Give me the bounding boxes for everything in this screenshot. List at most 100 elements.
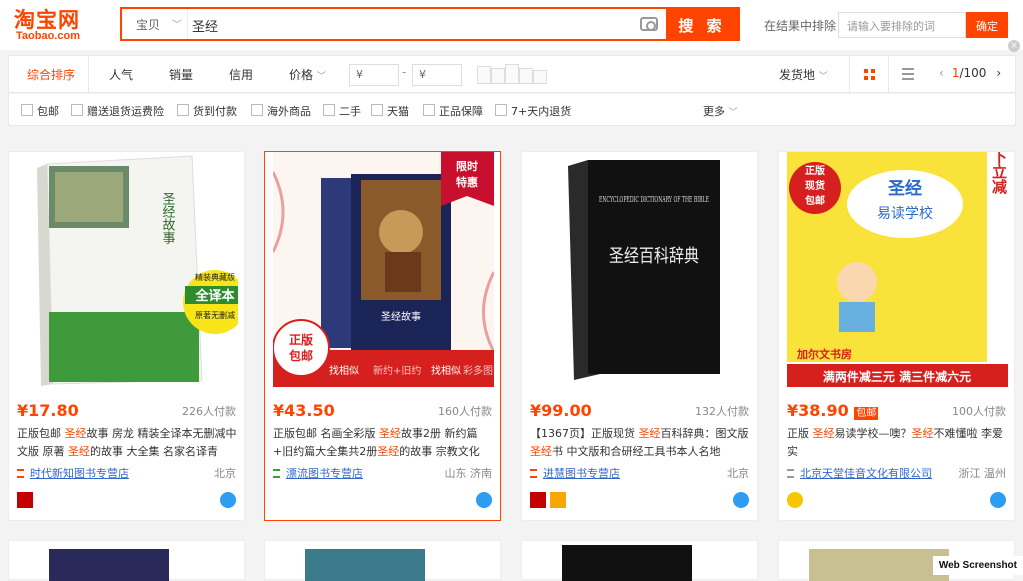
filter-checkbox[interactable]	[177, 104, 189, 116]
filter-checkbox[interactable]	[71, 104, 83, 116]
wangwang-chat-icon[interactable]	[733, 492, 749, 508]
tmall-badge-icon[interactable]	[17, 492, 33, 508]
price-range-segment[interactable]	[505, 64, 519, 84]
search-category-label: 宝贝	[136, 18, 160, 32]
camera-icon[interactable]	[640, 17, 658, 31]
pagination: ‹1/100›	[939, 66, 1001, 80]
shop-link[interactable]: 北京天堂佳音文化有限公司	[787, 465, 932, 481]
ship-from-select[interactable]: 发货地 ﹀	[779, 66, 828, 83]
price-range-segment[interactable]	[519, 68, 533, 84]
cover-title: 圣经故事	[160, 192, 176, 244]
product-image[interactable]	[305, 549, 425, 581]
filter-label: 二手	[339, 103, 361, 119]
find-similar-label[interactable]: 找相似	[329, 364, 359, 377]
shop-icon	[273, 469, 280, 478]
price-range-segment[interactable]	[477, 66, 491, 84]
sort-default[interactable]: 综合排序	[9, 56, 89, 92]
stamp-genuine: 正版	[289, 332, 313, 347]
sort-price[interactable]: 价格 ﹀	[289, 66, 326, 83]
product-title[interactable]: 【1367页】正版现货 圣经百科辞典：图文版圣经书 中文版和合研经工具书本人名地	[530, 425, 752, 461]
title-highlight: 圣经	[65, 427, 87, 440]
grid-icon	[871, 76, 875, 80]
price-dash: -	[402, 65, 406, 79]
filter-checkbox[interactable]	[251, 104, 263, 116]
exclude-input[interactable]: 请输入要排除的词	[838, 12, 966, 38]
cover-seal-bottom: 原著无删减	[195, 310, 235, 320]
product-image[interactable]: 圣经故事 精装典藏版 全译本 原著无删减	[17, 152, 238, 387]
search-category-select[interactable]: 宝贝﹀	[122, 9, 188, 39]
search-button[interactable]: 搜 索	[666, 9, 738, 39]
crown-badge-icon[interactable]	[787, 492, 803, 508]
product-title[interactable]: 正版 圣经易读学校—噢？圣经不难懂啦 李爱实	[787, 425, 1009, 461]
product-title[interactable]: 正版包邮 名画全彩版 圣经故事2册 新约篇+旧约篇大全集共2册圣经的故事 宗教文…	[273, 425, 495, 461]
price-range-segment[interactable]	[533, 70, 547, 84]
product-location: 山东 济南	[445, 465, 493, 481]
wangwang-chat-icon[interactable]	[220, 492, 236, 508]
product-card[interactable]: ENCYCLOPEDIC DICTIONARY OF THE BIBLE 圣经百…	[521, 151, 758, 521]
product-paid-count: 132人付款	[695, 403, 749, 419]
more-filters-button[interactable]: 更多 ﹀	[703, 103, 738, 119]
grid-view-button[interactable]	[849, 56, 889, 92]
promo-banner: 满两件减三元 满三件减六元	[823, 369, 971, 384]
product-image[interactable]: ENCYCLOPEDIC DICTIONARY OF THE BIBLE 圣经百…	[530, 152, 751, 387]
tag-limited: 限时	[456, 159, 478, 173]
gold-seller-badge-icon[interactable]	[550, 492, 566, 508]
filter-checkbox[interactable]	[371, 104, 383, 116]
product-image[interactable]	[49, 549, 169, 581]
product-card[interactable]	[8, 540, 245, 580]
list-view-icon[interactable]	[902, 68, 914, 80]
wangwang-chat-icon[interactable]	[476, 492, 492, 508]
filter-checkbox[interactable]	[323, 104, 335, 116]
product-location: 北京	[214, 465, 236, 481]
product-card[interactable]: 圣经故事 精装典藏版 全译本 原著无删减 ¥17.80 226人付款 正版包邮 …	[8, 151, 245, 521]
cover-seal-top: 精装典藏版	[195, 272, 235, 282]
product-image[interactable]	[809, 549, 949, 581]
product-paid-count: 100人付款	[952, 403, 1006, 419]
product-image[interactable]: 圣经故事 限时 特惠 正版 包邮 找相似 新约+旧约 找相似 彩多图	[273, 152, 494, 387]
shop-link[interactable]: 漂流图书专营店	[273, 465, 363, 481]
grid-icon	[864, 76, 868, 80]
more-label: 更多	[703, 105, 725, 118]
overlay-text: 新约+旧约	[373, 364, 421, 377]
product-card[interactable]	[264, 540, 501, 580]
chevron-right-icon[interactable]: ›	[996, 66, 1001, 80]
product-card[interactable]: 圣经故事 限时 特惠 正版 包邮 找相似 新约+旧约 找相似 彩多图 ¥43.5…	[264, 151, 501, 521]
find-similar-label[interactable]: 找相似	[431, 364, 461, 377]
filter-bar: 包邮 赠送退货运费险 货到付款 海外商品 二手 天猫 正品保障 7+天内退货 更…	[8, 94, 1016, 126]
product-card[interactable]: 正版 现货 包邮 圣经 易读学校 拍下立减 加尔文书房 满两件减三元 满三件减六…	[778, 151, 1015, 521]
exclude-label: 在结果中排除	[764, 17, 836, 34]
shop-link[interactable]: 时代新知图书专营店	[17, 465, 129, 481]
shop-link[interactable]: 进慧图书专营店	[530, 465, 620, 481]
sort-sales[interactable]: 销量	[169, 66, 193, 83]
sort-popularity[interactable]: 人气	[109, 66, 133, 83]
chevron-left-icon[interactable]: ‹	[939, 66, 944, 80]
search-input[interactable]: 圣经	[192, 16, 218, 35]
title-highlight: 圣经	[530, 445, 552, 458]
book-cover-set: 圣经故事 限时 特惠 正版 包邮 找相似 新约+旧约 找相似 彩多图	[273, 152, 494, 387]
filter-checkbox[interactable]	[423, 104, 435, 116]
shop-name: 北京天堂佳音文化有限公司	[800, 467, 932, 480]
wangwang-chat-icon[interactable]	[990, 492, 1006, 508]
filter-checkbox[interactable]	[21, 104, 33, 116]
exclude-confirm-button[interactable]: 确定	[966, 12, 1008, 38]
close-icon[interactable]: ×	[1008, 40, 1020, 52]
book-cover-story: 圣经故事 精装典藏版 全译本 原著无删减	[17, 152, 238, 387]
title-highlight: 圣经	[68, 445, 90, 458]
stamp-freeship: 包邮	[805, 194, 825, 207]
price-min-input[interactable]: ¥	[349, 64, 399, 86]
sort-bar: 综合排序 人气 销量 信用 价格 ﹀ ¥ - ¥ 发货地 ﹀ ‹1/100›	[8, 55, 1016, 93]
price-range-segment[interactable]	[491, 68, 505, 84]
product-image[interactable]	[562, 545, 692, 581]
filter-checkbox[interactable]	[495, 104, 507, 116]
cover-chinese-title: 圣经百科辞典	[609, 246, 699, 267]
product-title[interactable]: 正版包邮 圣经故事 房龙 精装全译本无删减中文版 原著 圣经的故事 大全集 名家…	[17, 425, 239, 461]
product-image[interactable]: 正版 现货 包邮 圣经 易读学校 拍下立减 加尔文书房 满两件减三元 满三件减六…	[787, 152, 1008, 387]
sort-credit[interactable]: 信用	[229, 66, 253, 83]
title-highlight: 圣经	[377, 445, 399, 458]
chevron-down-icon: ﹀	[317, 72, 326, 82]
taobao-logo[interactable]: 淘宝网 Taobao.com	[14, 4, 114, 44]
tmall-badge-icon[interactable]	[530, 492, 546, 508]
product-card[interactable]	[521, 540, 758, 580]
search-box: 宝贝﹀ 圣经 搜 索	[120, 7, 740, 41]
price-max-input[interactable]: ¥	[412, 64, 462, 86]
